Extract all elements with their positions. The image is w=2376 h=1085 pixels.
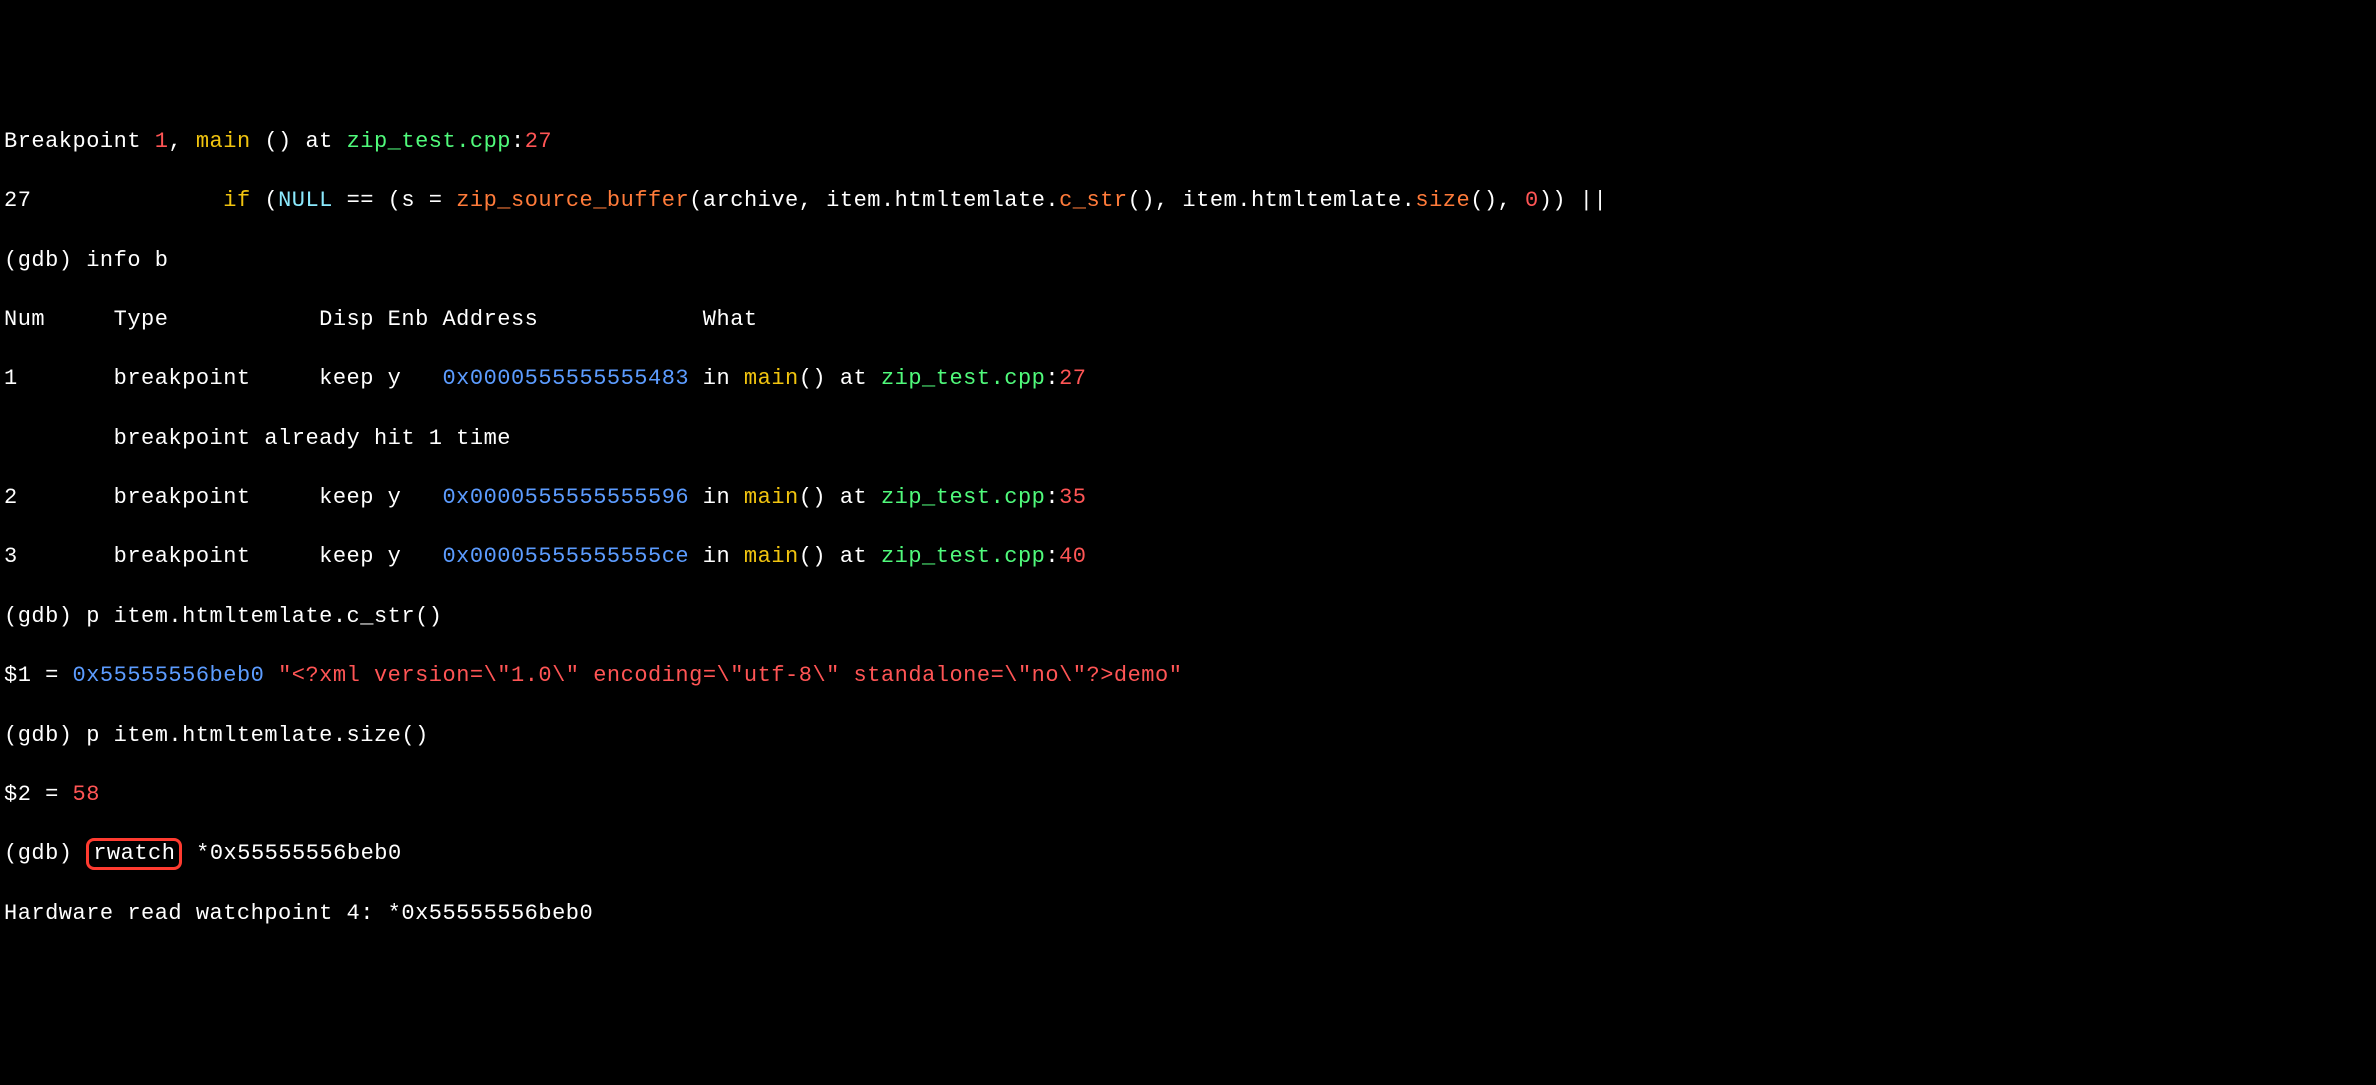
terminal-line-10: $1 = 0x55555556beb0 "<?xml version=\"1.0… [4,661,2372,691]
address: 0x00005555555555ce [442,544,689,569]
string-literal: "<?xml version=\"1.0\" encoding=\"utf-8\… [278,663,1182,688]
text [264,663,278,688]
line-number: 40 [1059,544,1086,569]
text: (), item.htmltemlate. [1128,188,1416,213]
gdb-prompt: (gdb) [4,841,86,866]
terminal-line-12: $2 = 58 [4,780,2372,810]
gdb-command: (gdb) info b [4,248,168,273]
text: () at [799,366,881,391]
text: (), [1470,188,1525,213]
text: $1 = [4,663,73,688]
function-name: main [196,129,251,154]
address: 0x0000555555555483 [442,366,689,391]
line-number: 27 [4,188,31,213]
terminal-line-7: 2 breakpoint keep y 0x0000555555555596 i… [4,483,2372,513]
text: : [511,129,525,154]
terminal-line-3: (gdb) info b [4,246,2372,276]
text: 2 breakpoint keep y [4,485,442,510]
filename: zip_test.cpp [881,485,1045,510]
terminal-line-8: 3 breakpoint keep y 0x00005555555555ce i… [4,542,2372,572]
text: (archive, item.htmltemlate. [689,188,1059,213]
filename: zip_test.cpp [881,366,1045,391]
text: Breakpoint [4,129,155,154]
text: : [1045,366,1059,391]
terminal-line-11: (gdb) p item.htmltemlate.size() [4,721,2372,751]
address: 0x0000555555555596 [442,485,689,510]
text: : [1045,544,1059,569]
line-number: 27 [1059,366,1086,391]
line-number: 35 [1059,485,1086,510]
text: () at [799,485,881,510]
text: , [168,129,195,154]
gdb-command: (gdb) p item.htmltemlate.c_str() [4,604,442,629]
terminal-line-4: Num Type Disp Enb Address What [4,305,2372,335]
null-const: NULL [278,188,333,213]
number-literal: 58 [73,782,100,807]
text: breakpoint already hit 1 time [4,426,511,451]
function-name: size [1415,188,1470,213]
function-name: main [744,544,799,569]
text: in [689,485,744,510]
text: ( [251,188,278,213]
filename: zip_test.cpp [347,129,511,154]
function-name: main [744,366,799,391]
highlighted-command: rwatch [86,838,182,870]
terminal-line-2: 27 if (NULL == (s = zip_source_buffer(ar… [4,186,2372,216]
terminal-line-1: Breakpoint 1, main () at zip_test.cpp:27 [4,127,2372,157]
rwatch-command: rwatch [93,841,175,866]
terminal-line-14: Hardware read watchpoint 4: *0x55555556b… [4,899,2372,929]
text: 1 breakpoint keep y [4,366,442,391]
number-literal: 0 [1525,188,1539,213]
terminal-line-5: 1 breakpoint keep y 0x0000555555555483 i… [4,364,2372,394]
breakpoint-number: 1 [155,129,169,154]
text: 3 breakpoint keep y [4,544,442,569]
text: in [689,544,744,569]
text: *0x55555556beb0 [182,841,401,866]
text: Hardware read watchpoint 4: *0x55555556b… [4,901,593,926]
function-name: main [744,485,799,510]
terminal-line-13: (gdb) rwatch *0x55555556beb0 [4,839,2372,869]
line-number: 27 [525,129,552,154]
gdb-command: (gdb) p item.htmltemlate.size() [4,723,429,748]
text: in [689,366,744,391]
function-name: c_str [1059,188,1128,213]
text: () at [251,129,347,154]
table-header: Num Type Disp Enb Address What [4,307,758,332]
terminal-line-6: breakpoint already hit 1 time [4,424,2372,454]
keyword: if [223,188,250,213]
address: 0x55555556beb0 [73,663,265,688]
filename: zip_test.cpp [881,544,1045,569]
text: $2 = [4,782,73,807]
text: () at [799,544,881,569]
text: )) || [1539,188,1608,213]
text: : [1045,485,1059,510]
text: == (s = [333,188,456,213]
terminal-line-9: (gdb) p item.htmltemlate.c_str() [4,602,2372,632]
function-name: zip_source_buffer [456,188,689,213]
spacing [31,188,223,213]
